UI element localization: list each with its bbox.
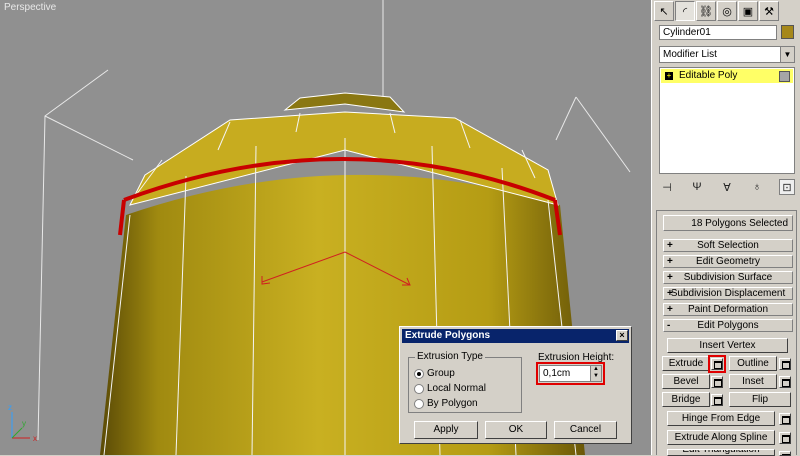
dialog-title: Extrude Polygons — [405, 330, 491, 341]
outline-settings-button[interactable] — [779, 358, 791, 370]
configure-modifier-sets-icon[interactable]: ⊡ — [779, 179, 795, 195]
expand-sign: + — [667, 272, 673, 283]
rollout-soft-selection[interactable]: + Soft Selection — [663, 239, 793, 252]
spinner-arrows-icon[interactable]: ▲ ▼ — [590, 366, 601, 381]
svg-text:z: z — [8, 403, 12, 412]
extrusion-type-group: Extrusion Type Group Local Normal By Pol… — [408, 351, 522, 413]
radio-by-polygon[interactable]: By Polygon — [414, 397, 478, 410]
expand-sign: + — [667, 256, 673, 267]
inset-settings-button[interactable] — [779, 376, 791, 388]
hierarchy-icon[interactable]: ⛓ — [696, 1, 716, 21]
rollout-label: Edit Geometry — [696, 256, 760, 267]
command-panel-tabs: ↖ ◜ ⛓ ◎ ▣ ⚒ — [654, 1, 799, 23]
insert-vertex-button[interactable]: Insert Vertex — [667, 338, 788, 353]
expand-sign: + — [667, 240, 673, 251]
extrusion-type-label: Extrusion Type — [415, 351, 485, 362]
perspective-viewport[interactable]: z x y Perspective Extrude Polygons × Ext… — [0, 0, 651, 455]
hinge-from-edge-button[interactable]: Hinge From Edge — [667, 411, 775, 426]
rollout-edit-polygons[interactable]: - Edit Polygons — [663, 319, 793, 332]
utilities-icon[interactable]: ⚒ — [759, 1, 779, 21]
remove-modifier-icon[interactable]: ♁ — [749, 179, 765, 195]
make-unique-icon[interactable]: ∀ — [719, 179, 735, 195]
radio-group[interactable]: Group — [414, 367, 455, 380]
bridge-button[interactable]: Bridge — [662, 392, 710, 407]
bridge-settings-button[interactable] — [711, 394, 723, 406]
bevel-settings-button[interactable] — [711, 376, 723, 388]
extrusion-height-spinner[interactable]: 0,1cm ▲ ▼ — [536, 362, 605, 385]
modifier-stack: + Editable Poly — [659, 67, 795, 174]
edit-triangulation-settings-button[interactable] — [779, 451, 791, 456]
modifier-list-label: Modifier List — [663, 49, 717, 60]
stack-tools: ⊣ Ψ ∀ ♁ ⊡ — [659, 178, 795, 196]
hinge-settings-button[interactable] — [779, 413, 791, 425]
rollout-label: Subdivision Displacement — [670, 288, 786, 299]
expand-icon[interactable]: + — [665, 72, 673, 80]
close-icon[interactable]: × — [616, 330, 628, 341]
rollout-subdivision-surface[interactable]: + Subdivision Surface — [663, 271, 793, 284]
rollout-paint-deformation[interactable]: + Paint Deformation — [663, 303, 793, 316]
chevron-down-icon[interactable]: ▼ — [780, 47, 794, 62]
inset-button[interactable]: Inset — [729, 374, 777, 389]
modify-icon[interactable]: ◜ — [675, 1, 695, 21]
extrude-button[interactable]: Extrude — [662, 356, 710, 371]
ok-button[interactable]: OK — [485, 421, 547, 439]
extrude-along-spline-button[interactable]: Extrude Along Spline — [667, 430, 775, 445]
cancel-button[interactable]: Cancel — [554, 421, 617, 439]
flip-button[interactable]: Flip — [729, 392, 791, 407]
stack-item-label: Editable Poly — [679, 70, 738, 81]
stack-item-editable-poly[interactable]: + Editable Poly — [661, 69, 793, 83]
rollout-label: Soft Selection — [697, 240, 759, 251]
show-end-result-icon[interactable]: Ψ — [689, 179, 705, 195]
svg-text:y: y — [22, 419, 26, 428]
extrude-polygons-dialog: Extrude Polygons × Extrusion Type Group … — [399, 326, 632, 444]
extrusion-height-label: Extrusion Height: — [538, 352, 615, 363]
outline-button[interactable]: Outline — [729, 356, 777, 371]
rollout-label: Paint Deformation — [687, 304, 769, 315]
dialog-title-bar[interactable]: Extrude Polygons × — [402, 329, 629, 343]
collapse-sign: - — [667, 320, 671, 331]
extrusion-height-value[interactable]: 0,1cm — [543, 367, 570, 380]
expand-sign: + — [667, 304, 673, 315]
rollout-subdivision-displacement[interactable]: + Subdivision Displacement — [663, 287, 793, 300]
modifier-list-dropdown[interactable]: Modifier List ▼ — [659, 46, 795, 63]
modifier-swatch-icon — [779, 71, 790, 82]
viewport-label[interactable]: Perspective — [4, 2, 56, 13]
expand-sign: + — [667, 288, 673, 299]
rollout-label: Edit Polygons — [697, 320, 759, 331]
apply-button[interactable]: Apply — [414, 421, 478, 439]
display-icon[interactable]: ▣ — [738, 1, 758, 21]
bevel-button[interactable]: Bevel — [662, 374, 710, 389]
object-name-field[interactable]: Cylinder01 — [659, 25, 777, 40]
object-color-swatch[interactable] — [781, 25, 794, 39]
svg-text:x: x — [33, 434, 37, 443]
rollout-panel: 18 Polygons Selected + Soft Selection + Ed… — [656, 210, 797, 456]
command-panel: ↖ ◜ ⛓ ◎ ▣ ⚒ Cylinder01 Modifier List ▼ +… — [651, 0, 800, 456]
motion-icon[interactable]: ◎ — [717, 1, 737, 21]
extrude-settings-button[interactable] — [708, 355, 726, 373]
rollout-label: Subdivision Surface — [683, 272, 773, 283]
radio-local-normal[interactable]: Local Normal — [414, 382, 486, 395]
extrude-along-spline-settings-button[interactable] — [779, 432, 791, 444]
create-icon[interactable]: ↖ — [654, 1, 674, 21]
selection-info: 18 Polygons Selected — [663, 215, 793, 231]
pin-stack-icon[interactable]: ⊣ — [659, 179, 675, 195]
rollout-edit-geometry[interactable]: + Edit Geometry — [663, 255, 793, 268]
